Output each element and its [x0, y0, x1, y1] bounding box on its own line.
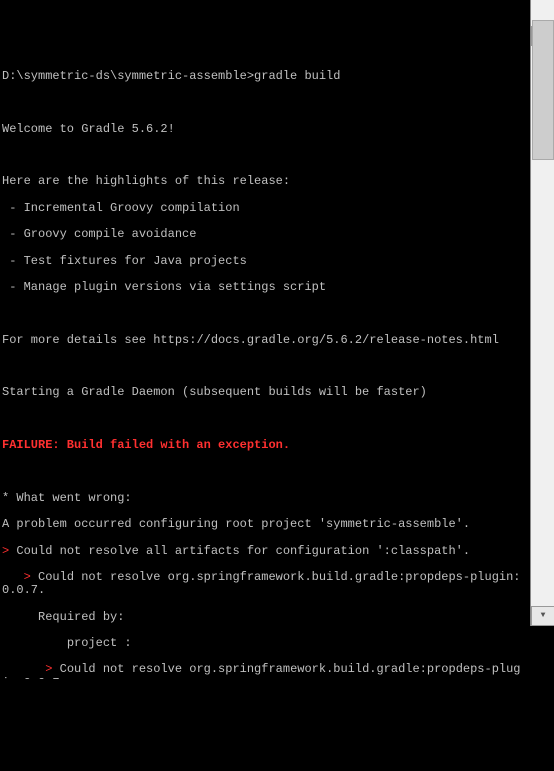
- prompt: D:\symmetric-ds\symmetric-assemble>: [2, 69, 254, 83]
- scrollbar[interactable]: ▲ ▼: [530, 0, 554, 626]
- arrow-icon: >: [2, 662, 60, 676]
- project-line: project :: [2, 637, 526, 650]
- problem-line: A problem occurred configuring root proj…: [2, 518, 526, 531]
- highlight-item: - Manage plugin versions via settings sc…: [2, 281, 526, 294]
- highlight-item: - Incremental Groovy compilation: [2, 202, 526, 215]
- error-text: Could not resolve org.springframework.bu…: [2, 570, 521, 597]
- failure-header: FAILURE: Build failed with an exception.: [2, 439, 526, 452]
- highlight-item: - Groovy compile avoidance: [2, 228, 526, 241]
- arrow-icon: >: [2, 544, 16, 558]
- details-url: https://docs.gradle.org/5.6.2/release-no…: [153, 333, 499, 347]
- command: gradle build: [254, 69, 340, 83]
- scroll-down-button[interactable]: ▼: [531, 606, 554, 626]
- highlight-item: - Test fixtures for Java projects: [2, 255, 526, 268]
- welcome-line: Welcome to Gradle 5.6.2!: [2, 123, 526, 136]
- error-text: Could not resolve org.springframework.bu…: [2, 662, 521, 678]
- what-went-wrong: * What went wrong:: [2, 492, 526, 505]
- scrollbar-thumb[interactable]: [532, 20, 554, 160]
- starting-daemon: Starting a Gradle Daemon (subsequent bui…: [2, 386, 526, 399]
- highlights-intro: Here are the highlights of this release:: [2, 175, 526, 188]
- required-by: Required by:: [2, 611, 526, 624]
- arrow-icon: >: [2, 570, 38, 584]
- error-text: Could not resolve all artifacts for conf…: [16, 544, 470, 558]
- details-text: For more details see: [2, 333, 153, 347]
- terminal-output: D:\symmetric-ds\symmetric-assemble>gradl…: [0, 53, 528, 679]
